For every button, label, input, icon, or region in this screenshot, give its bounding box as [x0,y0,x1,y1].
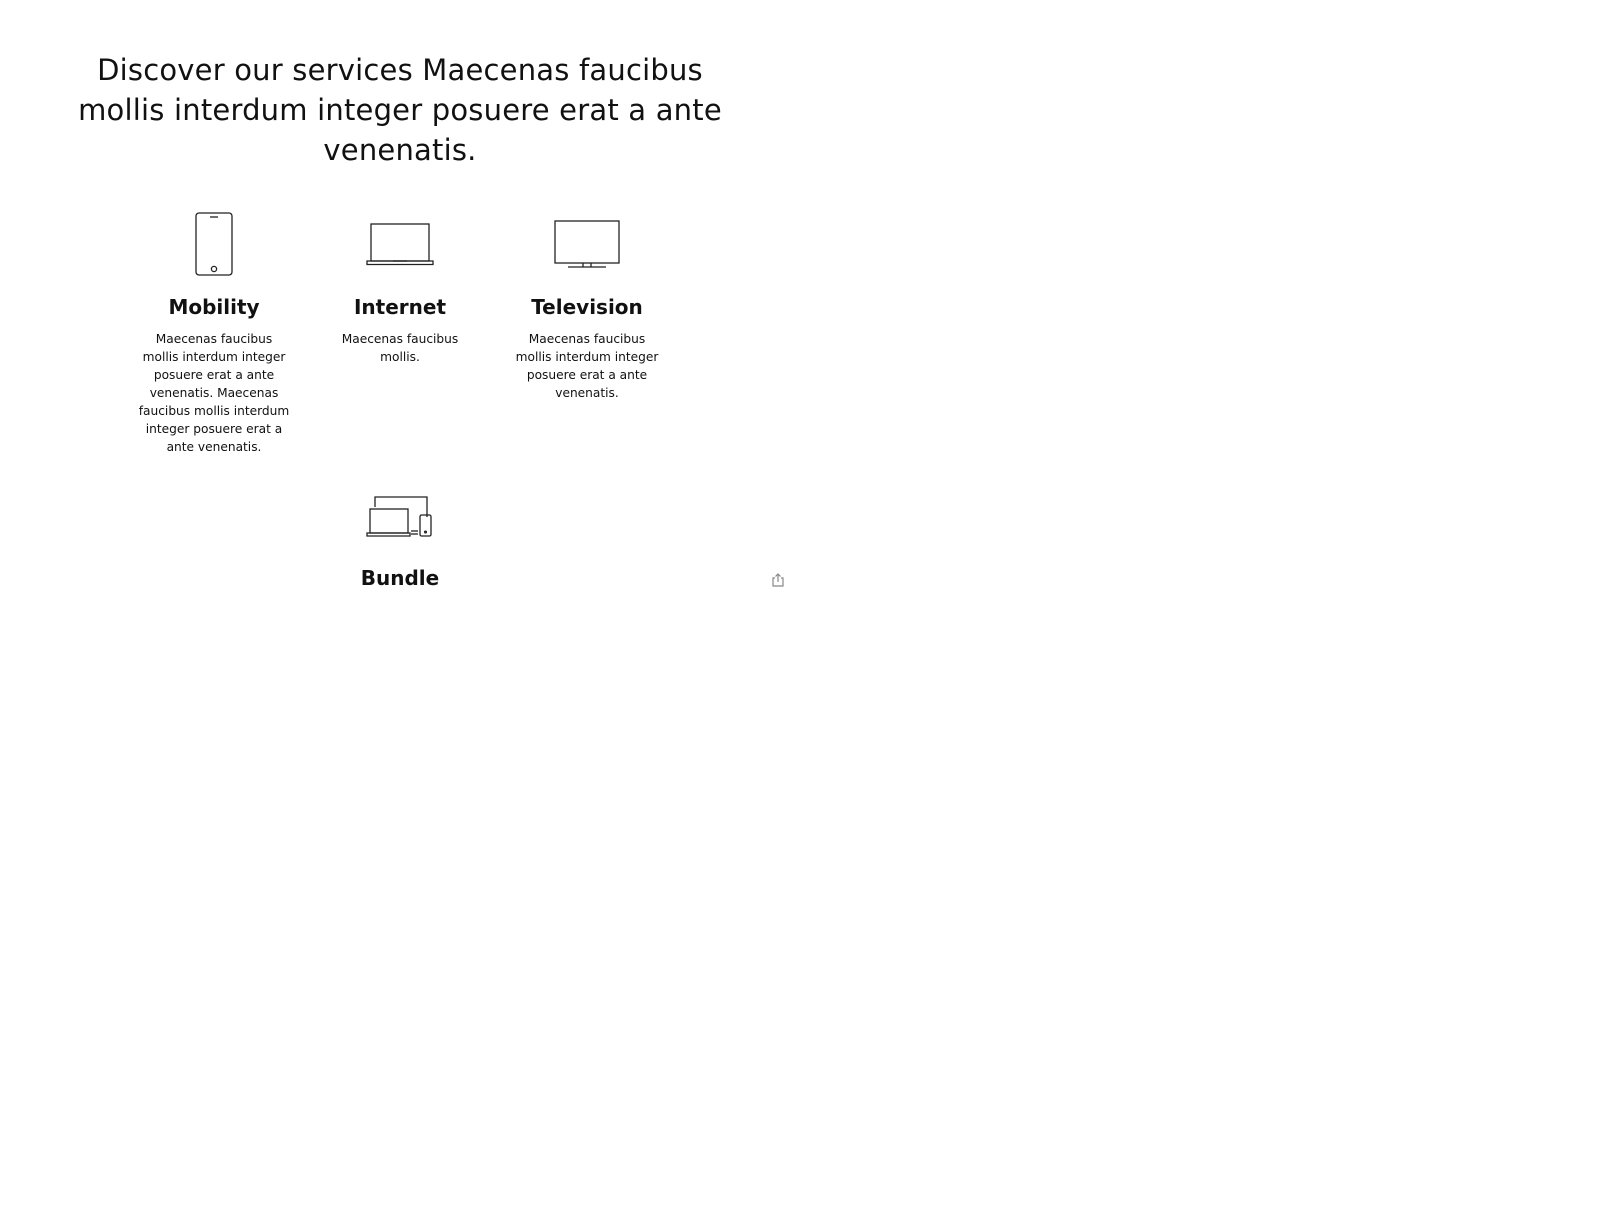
service-title: Mobility [168,295,260,319]
devices-bundle-icon [320,483,480,551]
section-headline: Discover our services Maecenas faucibus … [78,53,722,167]
service-card-bundle[interactable]: Bundle [320,483,480,591]
service-card-internet[interactable]: Internet Maecenas faucibus mollis. [320,210,480,366]
laptop-icon [320,210,480,278]
service-card-television[interactable]: Television Maecenas faucibus mollis inte… [507,210,667,402]
service-description: Maecenas faucibus mollis. [341,332,459,364]
service-title: Bundle [360,566,440,590]
service-card-mobility[interactable]: Mobility Maecenas faucibus mollis interd… [134,210,294,456]
service-title: Television [531,295,643,319]
service-description: Maecenas faucibus mollis interdum intege… [515,332,659,400]
smartphone-icon [134,210,294,278]
television-icon [507,210,667,278]
service-description: Maecenas faucibus mollis interdum intege… [138,332,290,454]
share-icon[interactable] [770,572,786,588]
services-page: Discover our services Maecenas faucibus … [0,0,1600,1212]
service-title: Internet [353,295,447,319]
